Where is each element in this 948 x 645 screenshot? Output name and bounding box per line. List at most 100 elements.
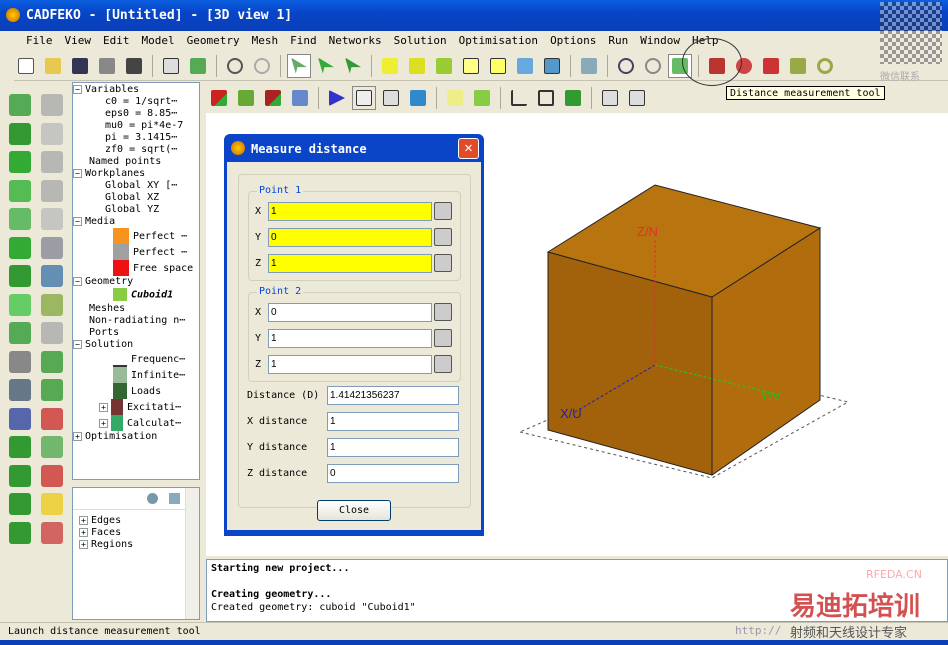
menu-networks[interactable]: Networks bbox=[323, 31, 388, 50]
palette-tool-button[interactable] bbox=[41, 407, 63, 430]
palette-tool-button[interactable] bbox=[9, 94, 31, 116]
lock-icon[interactable] bbox=[434, 303, 452, 321]
view-blue-button[interactable] bbox=[513, 54, 537, 78]
align-button[interactable] bbox=[443, 86, 467, 110]
p-button[interactable] bbox=[759, 54, 783, 78]
perspective-button[interactable] bbox=[577, 54, 601, 78]
tree-node-ports[interactable]: Ports bbox=[73, 327, 199, 339]
point2-x-input[interactable]: 0 bbox=[268, 302, 432, 322]
expand-icon[interactable]: + bbox=[99, 402, 108, 412]
menu-window[interactable]: Window bbox=[634, 31, 686, 50]
menu-view[interactable]: View bbox=[59, 31, 98, 50]
tree-item-variable[interactable]: c0 = 1/sqrt⋯ bbox=[73, 96, 199, 108]
tree-item-excitations[interactable]: + Excitati⋯ bbox=[73, 399, 199, 415]
menu-run[interactable]: Run bbox=[602, 31, 634, 50]
menu-options[interactable]: Options bbox=[544, 31, 602, 50]
menu-optimisation[interactable]: Optimisation bbox=[453, 31, 544, 50]
origin-button[interactable] bbox=[561, 86, 585, 110]
save-button[interactable] bbox=[68, 54, 92, 78]
tree-node-faces[interactable]: + Faces bbox=[79, 527, 199, 539]
menu-solution[interactable]: Solution bbox=[388, 31, 453, 50]
expand-icon[interactable]: + bbox=[79, 515, 88, 525]
tree-node-meshes[interactable]: Meshes bbox=[73, 303, 199, 315]
palette-tool-button[interactable] bbox=[9, 122, 31, 145]
3d-view-button[interactable] bbox=[186, 54, 210, 78]
view-front-button[interactable] bbox=[405, 54, 429, 78]
list-button[interactable] bbox=[786, 54, 810, 78]
select-button[interactable] bbox=[287, 53, 311, 78]
palette-tool-button[interactable] bbox=[9, 407, 31, 430]
point2-y-input[interactable]: 1 bbox=[268, 328, 432, 348]
select-face-button[interactable] bbox=[341, 54, 365, 78]
tree-node-variables[interactable]: − Variables bbox=[73, 84, 199, 96]
details-scrollbar[interactable] bbox=[185, 488, 199, 619]
text-label-button[interactable] bbox=[352, 86, 376, 110]
tree-node-geometry[interactable]: − Geometry bbox=[73, 276, 199, 288]
dialog-title-bar[interactable]: Measure distance ✕ bbox=[227, 134, 481, 162]
tree-node-optimisation[interactable]: + Optimisation bbox=[73, 431, 199, 443]
rotate-button[interactable] bbox=[614, 54, 638, 78]
lock-icon[interactable] bbox=[434, 254, 452, 272]
tree-node-non-radiating[interactable]: Non-radiating n⋯ bbox=[73, 315, 199, 327]
palette-tool-button[interactable] bbox=[41, 179, 63, 202]
palette-tool-button[interactable] bbox=[41, 151, 63, 173]
palette-tool-button[interactable] bbox=[9, 350, 31, 373]
distance-output[interactable]: 1.41421356237 bbox=[327, 386, 459, 405]
menu-file[interactable]: File bbox=[26, 31, 59, 50]
cuboid-dropdown-button[interactable] bbox=[207, 86, 231, 110]
collapse-icon[interactable]: − bbox=[73, 168, 82, 178]
x-distance-output[interactable]: 1 bbox=[327, 412, 459, 431]
palette-tool-button[interactable] bbox=[9, 521, 31, 544]
lock-icon[interactable] bbox=[434, 228, 452, 246]
palette-tool-button[interactable] bbox=[9, 236, 31, 259]
palette-tool-button[interactable] bbox=[9, 322, 31, 344]
tree-item-infinite[interactable]: Infinite⋯ bbox=[73, 367, 199, 383]
palette-tool-button[interactable] bbox=[9, 151, 31, 173]
palette-tool-button[interactable] bbox=[41, 293, 63, 316]
tree-node-named-points[interactable]: Named points bbox=[73, 156, 199, 168]
palette-tool-button[interactable] bbox=[41, 464, 63, 487]
point1-y-input[interactable]: 0 bbox=[268, 227, 432, 247]
palette-tool-button[interactable] bbox=[9, 464, 31, 487]
expand-icon[interactable]: + bbox=[79, 539, 88, 549]
menu-find[interactable]: Find bbox=[284, 31, 323, 50]
filter-icon[interactable] bbox=[169, 493, 180, 504]
tree-item-medium[interactable]: Free space bbox=[73, 260, 199, 276]
collapse-icon[interactable]: − bbox=[73, 339, 82, 349]
graph-button[interactable] bbox=[379, 86, 403, 110]
palette-tool-button[interactable] bbox=[41, 436, 63, 458]
tree-item-medium[interactable]: Perfect ⋯ bbox=[73, 228, 199, 244]
point1-x-input[interactable]: 1 bbox=[268, 201, 432, 221]
new-file-button[interactable] bbox=[14, 54, 38, 78]
view-top-button[interactable] bbox=[486, 54, 510, 78]
point2-z-input[interactable]: 1 bbox=[268, 354, 432, 374]
z-distance-output[interactable]: 0 bbox=[327, 464, 459, 483]
point1-z-input[interactable]: 1 bbox=[268, 253, 432, 273]
tree-item-variable[interactable]: mu0 = pi*4e-7 bbox=[73, 120, 199, 132]
notes-button[interactable] bbox=[159, 54, 183, 78]
menu-model[interactable]: Model bbox=[136, 31, 181, 50]
expand-icon[interactable]: + bbox=[73, 431, 82, 441]
redo-button[interactable] bbox=[250, 54, 274, 78]
expand-icon[interactable]: + bbox=[79, 527, 88, 537]
palette-tool-button[interactable] bbox=[41, 322, 63, 344]
palette-tool-button[interactable] bbox=[41, 236, 63, 259]
palette-tool-button[interactable] bbox=[41, 122, 63, 145]
wireframe-button[interactable] bbox=[459, 54, 483, 78]
mesh-button[interactable] bbox=[288, 86, 312, 110]
palette-tool-button[interactable] bbox=[41, 350, 63, 373]
palette-tool-button[interactable] bbox=[9, 493, 31, 515]
menu-mesh[interactable]: Mesh bbox=[246, 31, 285, 50]
zoom-extents-button[interactable] bbox=[625, 86, 649, 110]
tree-item-frequency[interactable]: Frequenc⋯ bbox=[73, 351, 199, 367]
dialog-close-button[interactable]: ✕ bbox=[458, 138, 479, 159]
view-side-button[interactable] bbox=[432, 54, 456, 78]
collapse-icon[interactable]: − bbox=[73, 216, 82, 226]
tree-node-solution[interactable]: − Solution bbox=[73, 339, 199, 351]
create-cuboid-button[interactable] bbox=[234, 86, 258, 110]
menu-geometry[interactable]: Geometry bbox=[181, 31, 246, 50]
undo-button[interactable] bbox=[223, 54, 247, 78]
screenshot-button[interactable] bbox=[122, 54, 146, 78]
tree-item-workplane[interactable]: Global XY [⋯ bbox=[73, 180, 199, 192]
lock-icon[interactable] bbox=[434, 202, 452, 220]
